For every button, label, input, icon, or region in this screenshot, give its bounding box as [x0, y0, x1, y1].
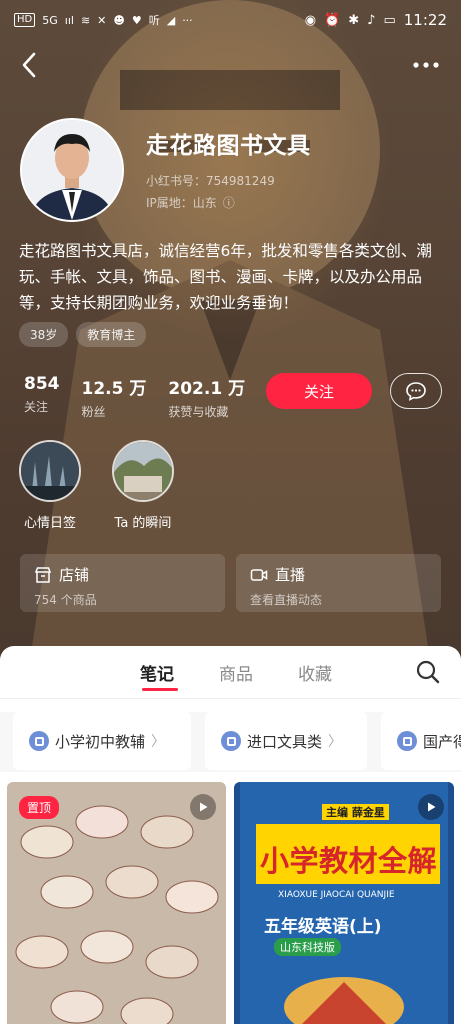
post-tile-washi-tape[interactable]: 置顶: [7, 782, 226, 1024]
highlight-thumbnail: [112, 440, 174, 502]
stat-value: 854: [24, 374, 60, 394]
tab-collections[interactable]: 收藏: [298, 660, 332, 685]
ip-location: IP属地：山东 ⓘ: [146, 194, 235, 211]
more-notifications-icon: ···: [182, 13, 193, 27]
collection-icon: [29, 731, 49, 751]
book-title: 小学教材全解: [260, 844, 438, 878]
highlight-thumbnail: [19, 440, 81, 502]
shop-card[interactable]: 店铺 754 个商品: [20, 554, 225, 612]
status-left-icons: HD 5G ııl ≋ ✕ ☻ ♥ 听 ◢ ···: [14, 12, 193, 28]
send-app-icon: ◢: [166, 13, 176, 27]
stat-following[interactable]: 854 关注: [24, 374, 60, 420]
post-tile-textbook[interactable]: 主编 薛金星 小学教材全解 XIAOXUE JIAOCAI QUANJIE 五年…: [234, 782, 454, 1024]
profile-name: 走花路图书文具: [146, 133, 311, 159]
wifi-icon: ≋: [80, 13, 91, 27]
highlight-mood-sign[interactable]: 心情日签: [19, 440, 81, 531]
avatar[interactable]: [20, 118, 124, 222]
video-play-icon: [190, 794, 216, 820]
content-panel: 笔记 商品 收藏 小学初中教辅 〉 进口文具类 〉 国产得 置顶 主编 薛金星 …: [0, 646, 461, 1024]
more-options-button[interactable]: [409, 50, 443, 80]
redbook-id: 小红书号：754981249: [146, 174, 275, 188]
collection-icon: [221, 731, 241, 751]
tabs-divider: [0, 698, 461, 699]
avatar-portrait: [22, 120, 122, 220]
highlight-label: Ta 的瞬间: [114, 516, 172, 531]
status-time: 11:22: [403, 11, 447, 29]
book-grade: 五年级英语(上): [264, 917, 382, 937]
profile-tags: 38岁 教育博主: [19, 322, 147, 347]
collection-icon: [397, 731, 417, 751]
chat-bubble-icon: [406, 382, 426, 401]
battery-icon: ▭: [383, 12, 396, 28]
shop-card-label: 店铺: [59, 566, 90, 584]
stat-label: 获赞与收藏: [168, 405, 229, 419]
chip-domestic[interactable]: 国产得: [381, 712, 461, 770]
live-card-label: 直播: [275, 566, 306, 584]
profile-bio: 走花路图书文具店，诚信经营6年，批发和零售各类文创、潮玩、手帐、文具，饰品、图书…: [19, 242, 432, 312]
chevron-right-icon: 〉: [328, 734, 343, 750]
follow-button[interactable]: 关注: [266, 373, 372, 409]
chip-label: 进口文具类: [247, 732, 323, 751]
tag-age: 38岁: [19, 322, 69, 347]
signal-icon: ııl: [64, 13, 74, 27]
highlight-label: 心情日签: [23, 516, 76, 531]
active-tab-indicator: [142, 688, 178, 691]
more-dots-icon: [413, 62, 439, 68]
mute-icon: ♪: [367, 12, 376, 28]
stat-likes-collections[interactable]: 202.1 万 获赞与收藏: [168, 374, 245, 420]
notification-icon: ✕: [97, 13, 107, 27]
stat-value: 202.1 万: [168, 379, 246, 399]
stat-followers[interactable]: 12.5 万 粉丝: [82, 374, 147, 420]
book-editor-line: 主编 薛金星: [322, 804, 389, 820]
chevron-left-icon: [22, 52, 36, 78]
back-button[interactable]: [14, 50, 44, 80]
chevron-right-icon: 〉: [151, 734, 166, 750]
tab-products[interactable]: 商品: [219, 660, 253, 685]
pinned-badge: 置顶: [19, 796, 60, 819]
shop-icon: [34, 566, 52, 583]
bluetooth-icon: ✱: [348, 12, 360, 28]
live-card-title: 直播: [250, 564, 427, 585]
tag-role: 教育博主: [76, 322, 147, 347]
ting-app-label: 听: [148, 14, 160, 27]
stat-value: 12.5 万: [81, 379, 147, 399]
chip-primary-middle-school[interactable]: 小学初中教辅 〉: [13, 712, 191, 770]
book-pinyin: XIAOXUE JIAOCAI QUANJIE: [278, 890, 395, 900]
status-bar: HD 5G ııl ≋ ✕ ☻ ♥ 听 ◢ ··· ◉ ⏰ ✱ ♪ ▭ 11:2…: [0, 0, 461, 40]
content-tabs: 笔记 商品 收藏: [0, 646, 461, 698]
network-type: 5G: [42, 13, 58, 27]
heart-app-icon: ♥: [131, 13, 142, 27]
chip-imported-stationery[interactable]: 进口文具类 〉: [205, 712, 367, 770]
live-camera-icon: [250, 568, 268, 581]
stat-label: 粉丝: [81, 405, 106, 419]
ip-location-text: IP属地：山东: [146, 196, 217, 210]
collection-chips: 小学初中教辅 〉 进口文具类 〉 国产得: [0, 712, 461, 772]
cat-app-icon: ☻: [113, 13, 125, 27]
alarm-icon: ⏰: [324, 12, 341, 28]
info-icon[interactable]: ⓘ: [223, 194, 235, 211]
tab-notes[interactable]: 笔记: [140, 660, 174, 685]
profile-stats: 854 关注 12.5 万 粉丝 202.1 万 获赞与收藏: [24, 374, 245, 420]
eye-icon: ◉: [304, 12, 317, 28]
chip-label: 小学初中教辅: [55, 732, 146, 751]
status-right-icons: ◉ ⏰ ✱ ♪ ▭ 11:22: [305, 11, 447, 29]
live-card[interactable]: 直播 查看直播动态: [236, 554, 441, 612]
book-banner: 山东科技版: [274, 938, 341, 956]
highlight-moments[interactable]: Ta 的瞬间: [112, 440, 174, 531]
video-play-icon: [418, 794, 444, 820]
live-card-subtitle: 查看直播动态: [250, 593, 323, 607]
shop-card-title: 店铺: [34, 564, 211, 585]
stat-label: 关注: [24, 400, 49, 414]
search-button[interactable]: [414, 658, 442, 686]
search-icon: [416, 660, 440, 684]
shop-card-subtitle: 754 个商品: [34, 593, 97, 607]
chip-label: 国产得: [423, 732, 461, 751]
hd-indicator: HD: [14, 13, 36, 27]
message-button[interactable]: [390, 373, 442, 409]
